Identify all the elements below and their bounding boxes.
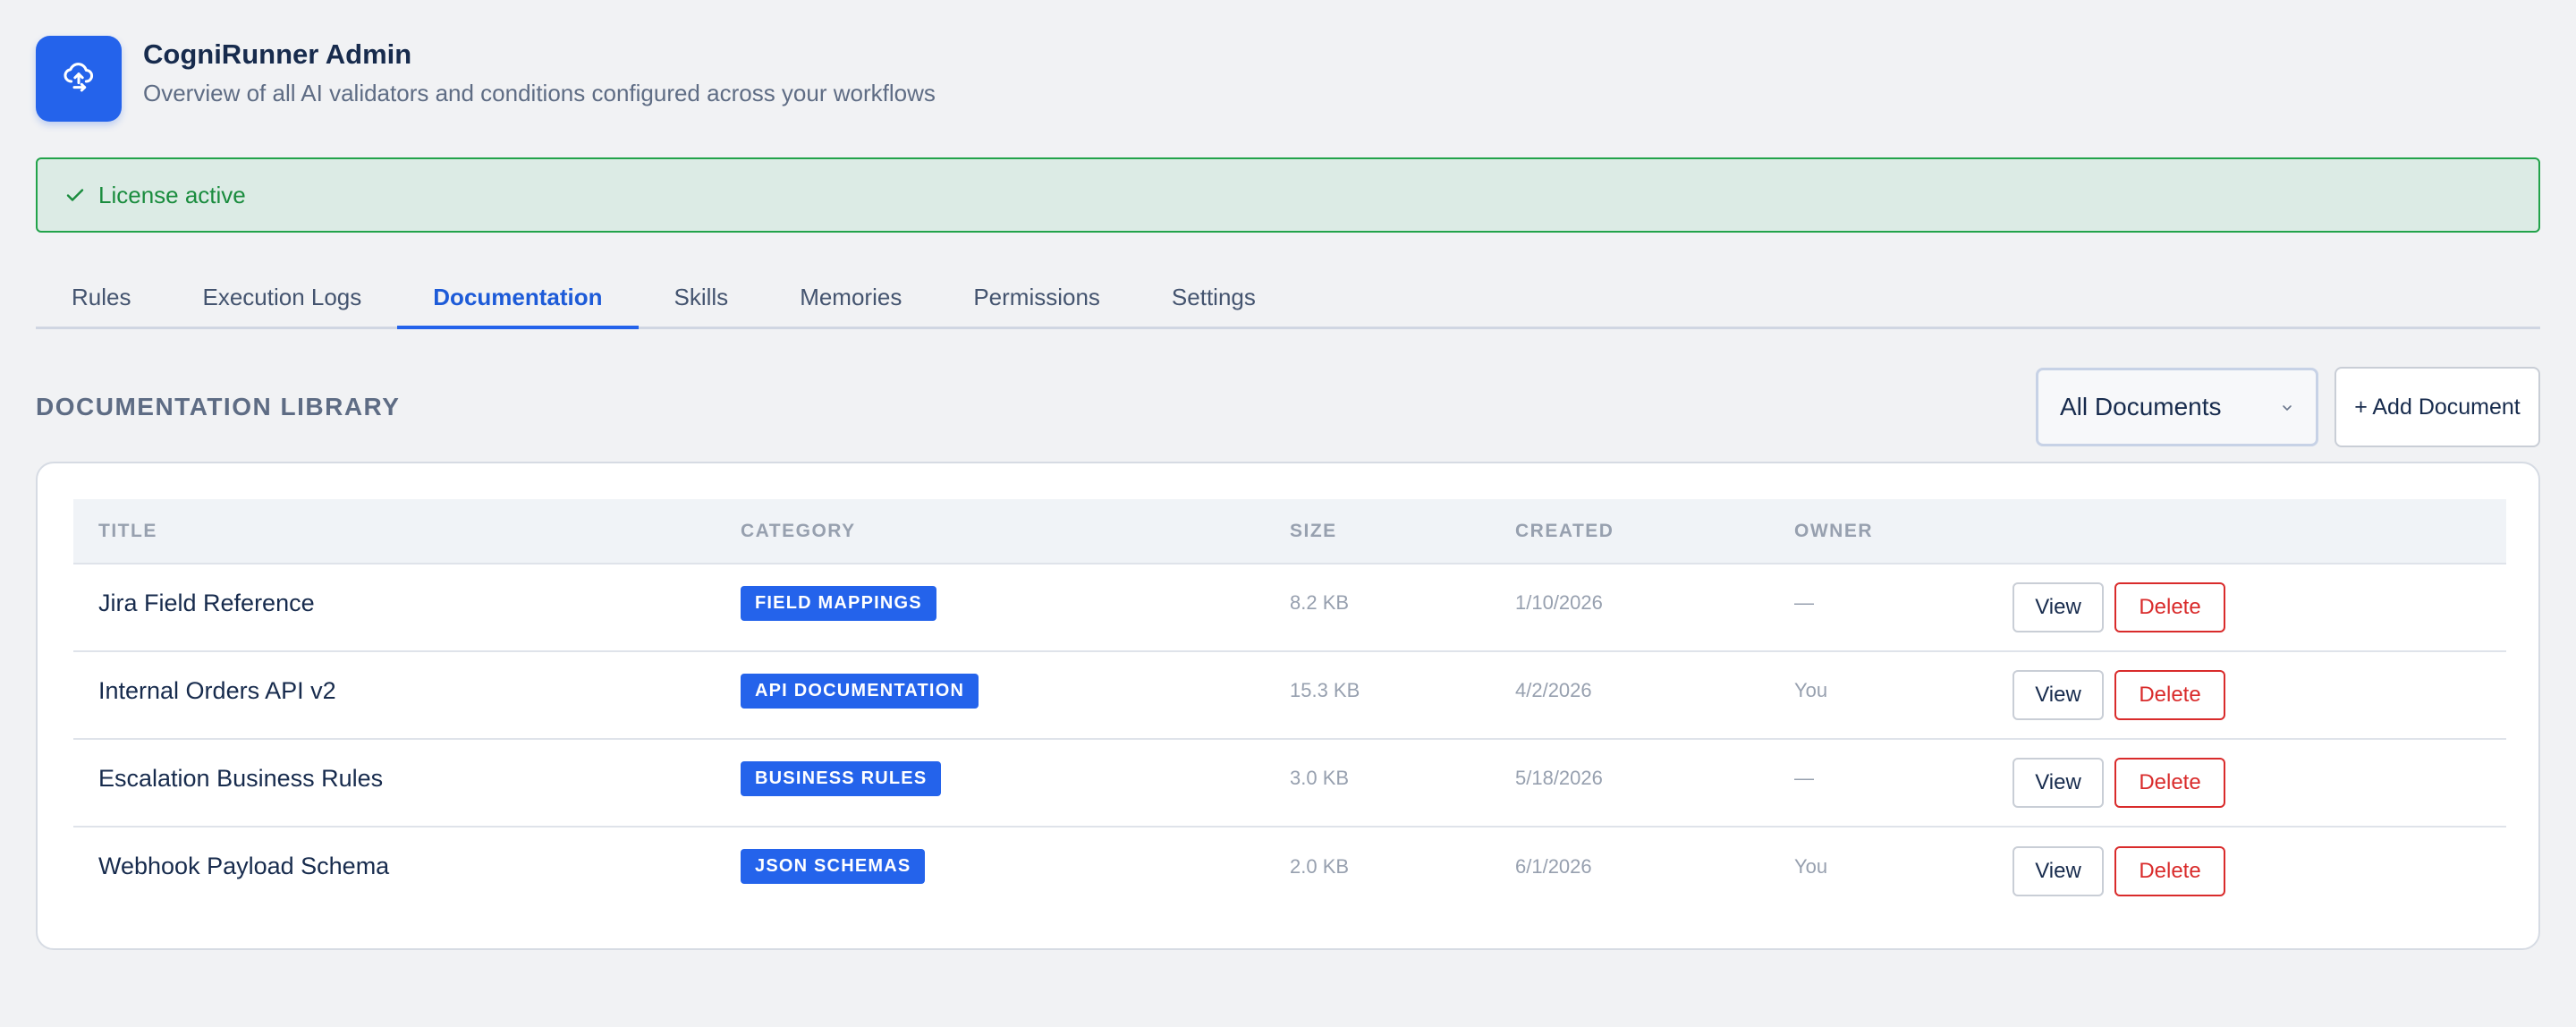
cloud-upload-icon — [61, 59, 97, 99]
column-header-category: CATEGORY — [741, 520, 856, 541]
column-header-owner: OWNER — [1794, 520, 1873, 541]
category-cell: JSON SCHEMAS — [716, 827, 1265, 914]
document-owner: You — [1794, 854, 1828, 878]
library-header: DOCUMENTATION LIBRARY All Documents + Ad… — [36, 367, 2540, 447]
delete-button[interactable]: Delete — [2114, 845, 2225, 896]
document-owner: — — [1794, 767, 1814, 789]
view-button[interactable]: View — [2012, 582, 2104, 632]
category-cell: FIELD MAPPINGS — [716, 564, 1265, 651]
document-filter-select[interactable]: All Documents — [2036, 368, 2318, 446]
row-actions: View Delete — [2012, 651, 2506, 739]
row-actions: View Delete — [2012, 827, 2506, 914]
category-badge: API DOCUMENTATION — [741, 673, 979, 709]
chevron-down-icon — [2280, 393, 2294, 421]
app-title: CogniRunner Admin — [143, 38, 412, 70]
app-logo — [36, 36, 122, 122]
check-icon — [64, 184, 86, 206]
tab-rules[interactable]: Rules — [36, 268, 166, 329]
filter-selected-value: All Documents — [2060, 393, 2222, 420]
documents-table-card: TITLE CATEGORY SIZE CREATED OWNER Jira F… — [36, 462, 2540, 950]
document-size: 2.0 KB — [1290, 854, 1350, 878]
section-title: DOCUMENTATION LIBRARY — [36, 393, 401, 420]
category-cell: BUSINESS RULES — [716, 739, 1265, 827]
category-badge: BUSINESS RULES — [741, 760, 942, 796]
document-title: Internal Orders API v2 — [98, 676, 336, 704]
document-created: 1/10/2026 — [1515, 591, 1603, 614]
document-size: 8.2 KB — [1290, 591, 1350, 614]
app-subtitle: Overview of all AI validators and condit… — [143, 80, 936, 106]
document-title: Escalation Business Rules — [98, 764, 384, 792]
delete-button[interactable]: Delete — [2114, 670, 2225, 720]
column-header-size: SIZE — [1290, 520, 1337, 541]
tab-skills[interactable]: Skills — [639, 268, 765, 329]
category-cell: API DOCUMENTATION — [716, 651, 1265, 739]
document-created: 6/1/2026 — [1515, 854, 1592, 878]
view-button[interactable]: View — [2012, 670, 2104, 720]
document-created: 5/18/2026 — [1515, 767, 1603, 789]
tab-documentation[interactable]: Documentation — [397, 268, 639, 329]
document-size: 3.0 KB — [1290, 767, 1350, 789]
tab-execution-logs[interactable]: Execution Logs — [166, 268, 397, 329]
tab-bar: Rules Execution Logs Documentation Skills Me… — [36, 268, 2540, 329]
delete-button[interactable]: Delete — [2114, 582, 2225, 632]
document-owner: — — [1794, 591, 1814, 614]
documents-table: TITLE CATEGORY SIZE CREATED OWNER Jira F… — [73, 499, 2506, 914]
column-header-actions — [2012, 499, 2506, 564]
license-status-text: License active — [98, 181, 246, 208]
view-button[interactable]: View — [2012, 845, 2104, 896]
table-header-row: TITLE CATEGORY SIZE CREATED OWNER — [73, 499, 2506, 564]
library-actions: All Documents + Add Document — [2036, 367, 2540, 447]
tab-settings[interactable]: Settings — [1136, 268, 1292, 329]
tab-memories[interactable]: Memories — [764, 268, 937, 329]
delete-button[interactable]: Delete — [2114, 758, 2225, 808]
document-created: 4/2/2026 — [1515, 679, 1592, 701]
tab-permissions[interactable]: Permissions — [937, 268, 1136, 329]
table-row: Webhook Payload Schema JSON SCHEMAS 2.0 … — [73, 827, 2506, 914]
document-title: Webhook Payload Schema — [98, 853, 390, 879]
row-actions: View Delete — [2012, 739, 2506, 827]
admin-page: CogniRunner Admin Overview of all AI val… — [0, 0, 2576, 1027]
column-header-created: CREATED — [1515, 520, 1614, 541]
category-badge: JSON SCHEMAS — [741, 849, 926, 884]
document-size: 15.3 KB — [1290, 679, 1360, 701]
page-header: CogniRunner Admin Overview of all AI val… — [36, 36, 2540, 122]
add-document-button[interactable]: + Add Document — [2334, 367, 2540, 447]
table-row: Internal Orders API v2 API DOCUMENTATION… — [73, 651, 2506, 739]
table-row: Jira Field Reference FIELD MAPPINGS 8.2 … — [73, 564, 2506, 651]
column-header-title: TITLE — [98, 520, 157, 541]
category-badge: FIELD MAPPINGS — [741, 585, 936, 621]
header-text: CogniRunner Admin Overview of all AI val… — [143, 36, 936, 107]
license-status-banner: License active — [36, 157, 2540, 233]
document-owner: You — [1794, 679, 1828, 701]
row-actions: View Delete — [2012, 564, 2506, 651]
document-title: Jira Field Reference — [98, 589, 315, 616]
table-row: Escalation Business Rules BUSINESS RULES… — [73, 739, 2506, 827]
view-button[interactable]: View — [2012, 758, 2104, 808]
